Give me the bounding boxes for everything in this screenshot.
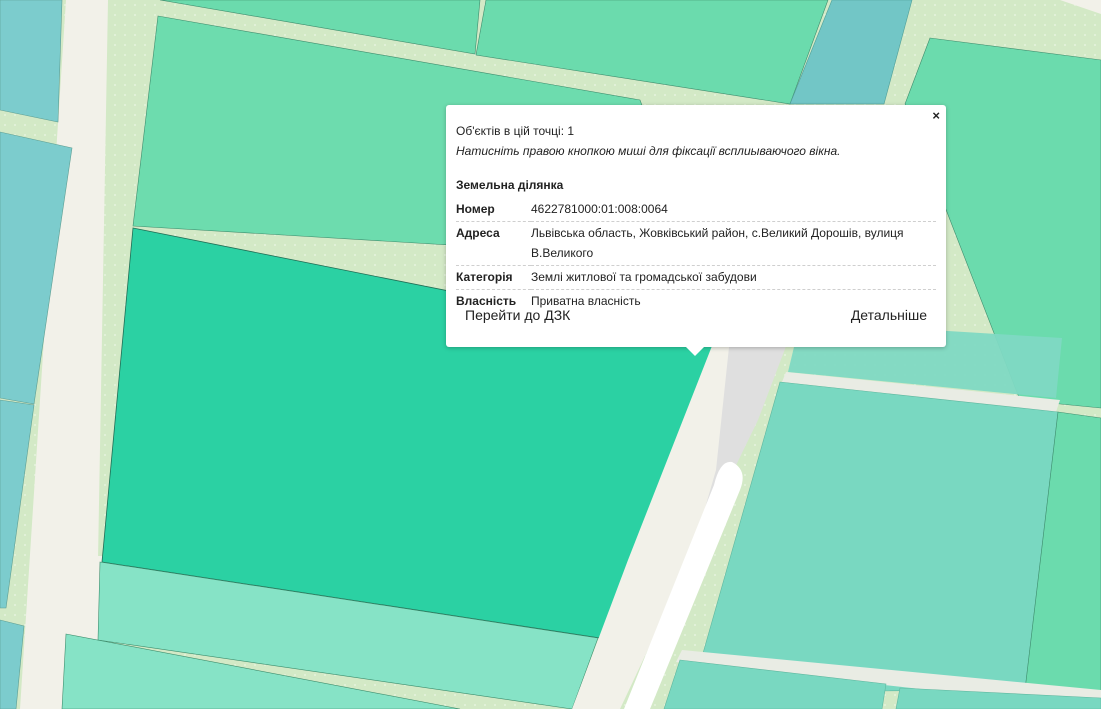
parcel-properties-table: Номер 4622781000:01:008:0064 Адреса Льві… [456, 198, 936, 313]
section-title: Земельна ділянка [456, 178, 564, 192]
property-row-number: Номер 4622781000:01:008:0064 [456, 198, 936, 222]
popup-pointer [686, 347, 704, 356]
property-key: Адреса [456, 221, 531, 266]
go-to-dzk-link[interactable]: Перейти до ДЗК [465, 307, 570, 323]
property-key: Номер [456, 198, 531, 222]
property-row-category: Категорія Землі житлової та громадської … [456, 265, 936, 290]
property-value: Землі житлової та громадської забудови [531, 265, 936, 290]
property-row-address: Адреса Львівська область, Жовківський ра… [456, 221, 936, 266]
property-key: Категорія [456, 265, 531, 290]
parcel-info-popup[interactable]: × Об'єктів в цій точці: 1 Натисніть прав… [446, 105, 946, 356]
popup-actions: Перейти до ДЗК Детальніше [465, 307, 927, 323]
property-value: Львівська область, Жовківський район, с.… [531, 221, 936, 266]
property-value: 4622781000:01:008:0064 [531, 198, 936, 222]
objects-count: Об'єктів в цій точці: 1 [456, 124, 575, 138]
details-link[interactable]: Детальніше [851, 307, 927, 323]
close-icon[interactable]: × [932, 108, 940, 124]
pin-hint: Натисніть правою кнопкою миші для фіксац… [456, 144, 841, 158]
parcel-teal-left-1 [0, 0, 63, 123]
